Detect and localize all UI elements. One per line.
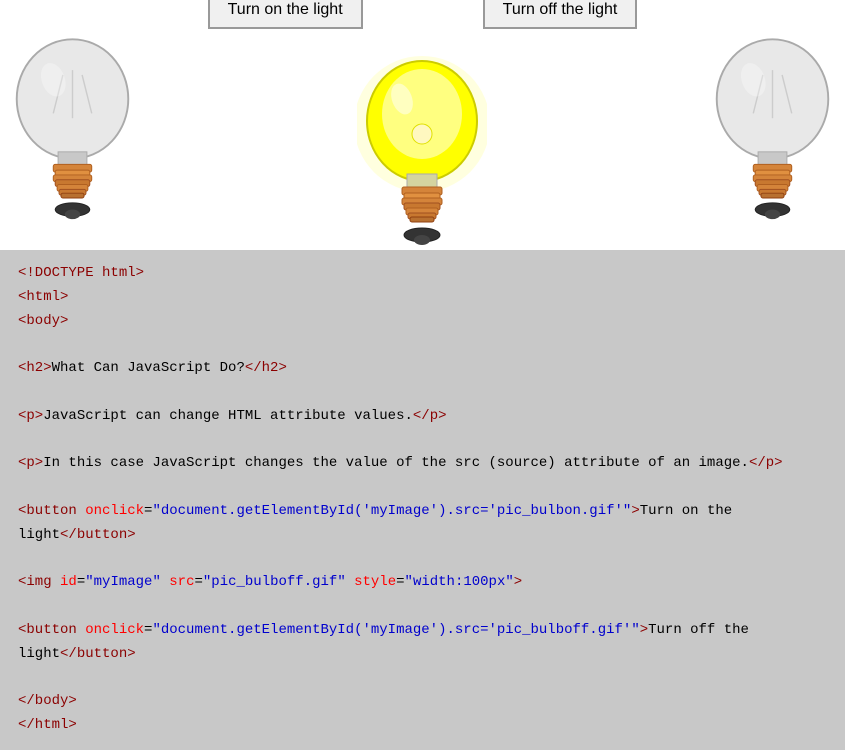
code-line-7: <button onclick="document.getElementById… bbox=[18, 500, 827, 524]
turn-off-button[interactable]: Turn off the light bbox=[483, 0, 638, 29]
code-line-6: <p>In this case JavaScript changes the v… bbox=[18, 452, 827, 476]
blank-2 bbox=[18, 381, 827, 405]
blank-1 bbox=[18, 333, 827, 357]
turn-on-button[interactable]: Turn on the light bbox=[208, 0, 363, 29]
code-line-1: <!DOCTYPE html> bbox=[18, 262, 827, 286]
buttons-row: Turn on the light Turn off the light bbox=[208, 0, 638, 29]
blank-6 bbox=[18, 595, 827, 619]
demo-area: Turn on the light Turn off the light bbox=[0, 0, 845, 250]
code-line-11: </html> bbox=[18, 714, 827, 738]
code-line-10: </body> bbox=[18, 690, 827, 714]
right-bulb-container bbox=[710, 13, 835, 238]
code-line-7b: light</button> bbox=[18, 524, 827, 548]
center-section: Turn on the light Turn off the light bbox=[208, 0, 638, 259]
code-line-2: <html> bbox=[18, 286, 827, 310]
left-bulb-container bbox=[10, 13, 135, 238]
code-line-5: <p>JavaScript can change HTML attribute … bbox=[18, 405, 827, 429]
blank-3 bbox=[18, 429, 827, 453]
bulb-off-right bbox=[710, 13, 835, 233]
blank-4 bbox=[18, 476, 827, 500]
blank-7 bbox=[18, 667, 827, 691]
code-line-4: <h2>What Can JavaScript Do?</h2> bbox=[18, 357, 827, 381]
bulb-off-left bbox=[10, 13, 135, 233]
code-display: <!DOCTYPE html> <html> <body> <h2>What C… bbox=[0, 250, 845, 750]
code-line-3: <body> bbox=[18, 310, 827, 334]
code-line-9b: light</button> bbox=[18, 643, 827, 667]
code-line-8: <img id="myImage" src="pic_bulboff.gif" … bbox=[18, 571, 827, 595]
bulb-on-center bbox=[357, 39, 487, 259]
blank-5 bbox=[18, 548, 827, 572]
code-line-9: <button onclick="document.getElementById… bbox=[18, 619, 827, 643]
